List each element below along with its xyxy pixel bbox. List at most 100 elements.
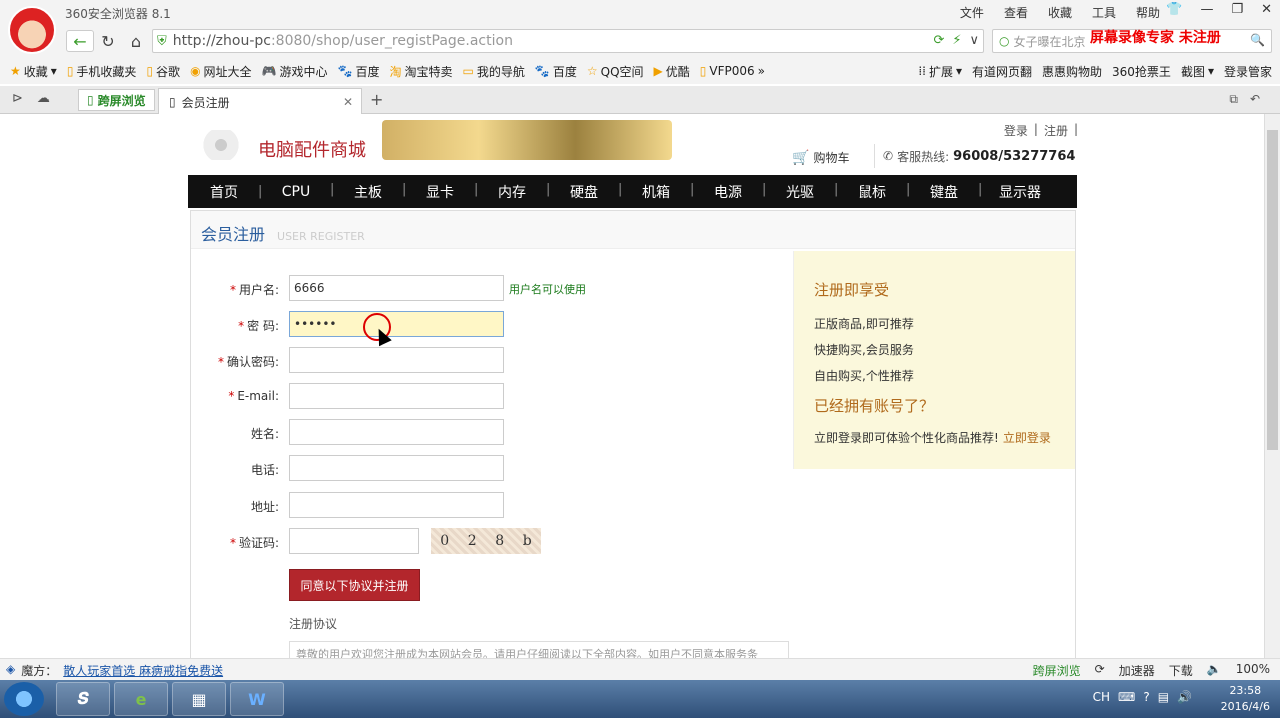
- top-links: 登录 | 注册 |: [1003, 122, 1078, 139]
- start-button[interactable]: [4, 682, 44, 716]
- tab-register[interactable]: ▯ 会员注册 ✕: [158, 88, 362, 115]
- undo-icon[interactable]: ↶: [1250, 92, 1260, 107]
- close-icon[interactable]: ✕: [1261, 2, 1272, 17]
- register-submit-button[interactable]: 同意以下协议并注册: [289, 569, 420, 601]
- refresh-icon[interactable]: ⟳: [1095, 662, 1105, 679]
- split-screen-status[interactable]: 跨屏浏览: [1033, 662, 1081, 679]
- password-input[interactable]: ••••••: [289, 311, 504, 337]
- bookmark-item[interactable]: ▯ VFP006 »: [700, 64, 765, 78]
- name-input[interactable]: [289, 419, 504, 445]
- benefits-panel: 注册即享受 正版商品,即可推荐 快捷购买,会员服务 自由购买,个性推荐 已经拥有…: [793, 251, 1075, 469]
- shirt-icon[interactable]: 👕: [1166, 2, 1182, 17]
- address-input[interactable]: [289, 492, 504, 518]
- nav-optical[interactable]: 光驱: [762, 182, 836, 202]
- site-name[interactable]: 电脑配件商城: [258, 136, 366, 162]
- phone-input[interactable]: [289, 455, 504, 481]
- home-button[interactable]: ⌂: [122, 30, 150, 52]
- taskbar-browser-icon[interactable]: e: [114, 682, 168, 716]
- network-icon[interactable]: ▤: [1158, 690, 1169, 704]
- captcha-image[interactable]: 0 2 8 b: [431, 528, 541, 554]
- tab-label: 会员注册: [181, 95, 230, 110]
- username-input[interactable]: 6666: [289, 275, 504, 301]
- bookmark-item[interactable]: 🎮 游戏中心: [262, 63, 328, 80]
- sidebar-toggle-icon[interactable]: ⊳: [12, 91, 23, 106]
- minimize-icon[interactable]: —: [1200, 2, 1213, 17]
- bookmark-item[interactable]: 🐾 百度: [338, 63, 380, 80]
- confirm-password-input[interactable]: [289, 347, 504, 373]
- refresh-circle-icon[interactable]: ⟳: [933, 33, 944, 48]
- extension-item[interactable]: 360抢票王: [1112, 63, 1171, 80]
- taskbar-app-icon[interactable]: 𝑺: [56, 682, 110, 716]
- taobao-icon: 淘: [389, 64, 402, 79]
- extension-item[interactable]: 有道网页翻: [972, 63, 1032, 80]
- extensions-button[interactable]: ⁞⁞ 扩展 ▾: [918, 63, 962, 80]
- taskbar-recorder-icon[interactable]: ▦: [172, 682, 226, 716]
- bookmark-item[interactable]: ◉ 网址大全: [190, 63, 252, 80]
- register-link[interactable]: 注册: [1044, 122, 1068, 139]
- nav-memory[interactable]: 内存: [474, 182, 548, 202]
- nav-disk[interactable]: 硬盘: [546, 182, 620, 202]
- zoom-level[interactable]: 100%: [1236, 662, 1270, 679]
- bookmark-item[interactable]: ▭ 我的导航: [463, 63, 525, 80]
- menu-favorites[interactable]: 收藏: [1048, 4, 1072, 21]
- register-title: 会员注册 USER REGISTER: [191, 211, 1075, 249]
- help-icon[interactable]: ?: [1143, 690, 1149, 704]
- user-avatar[interactable]: [8, 6, 56, 54]
- extension-item[interactable]: 截图 ▾: [1181, 63, 1214, 80]
- menu-help[interactable]: 帮助: [1136, 4, 1160, 21]
- agreement-textarea[interactable]: 尊敬的用户欢迎您注册成为本网站会员。请用户仔细阅读以下全部内容。如用户不同意本服…: [289, 641, 789, 658]
- reload-button[interactable]: ↻: [94, 30, 122, 52]
- tab-split-screen[interactable]: ▯ 跨屏浏览: [78, 89, 155, 111]
- bookmark-item[interactable]: ★ 收藏 ▾: [10, 63, 57, 80]
- back-button[interactable]: ←: [66, 30, 94, 52]
- page-icon: ▯: [169, 95, 176, 109]
- nav-monitor[interactable]: 显示器: [978, 182, 1060, 202]
- menu-tools[interactable]: 工具: [1092, 4, 1116, 21]
- nav-home[interactable]: 首页: [188, 182, 260, 202]
- bookmark-item[interactable]: ▯ 谷歌: [146, 63, 180, 80]
- extension-item[interactable]: 登录管家: [1224, 63, 1272, 80]
- nav-keyboard[interactable]: 键盘: [906, 182, 980, 202]
- nav-case[interactable]: 机箱: [618, 182, 692, 202]
- extension-item[interactable]: 惠惠购物助: [1042, 63, 1102, 80]
- new-tab-button[interactable]: +: [370, 90, 383, 109]
- bookmark-item[interactable]: 🐾 百度: [535, 63, 577, 80]
- taskbar-word-icon[interactable]: W: [230, 682, 284, 716]
- menu-file[interactable]: 文件: [960, 4, 984, 21]
- chevron-down-icon[interactable]: ∨: [969, 33, 979, 48]
- speaker-icon[interactable]: 🔈: [1207, 662, 1222, 679]
- maximize-icon[interactable]: ❐: [1231, 2, 1243, 17]
- phone-icon: ✆: [883, 149, 894, 163]
- page-scrollbar[interactable]: [1264, 114, 1280, 658]
- volume-icon[interactable]: 🔊: [1177, 690, 1192, 704]
- accelerator-button[interactable]: 加速器: [1119, 662, 1155, 679]
- lightning-icon[interactable]: ⚡: [952, 33, 961, 48]
- login-link[interactable]: 登录: [1004, 122, 1028, 139]
- bookmark-item[interactable]: ☆ QQ空间: [587, 63, 644, 80]
- scrollbar-thumb[interactable]: [1267, 130, 1278, 450]
- lang-indicator[interactable]: CH: [1093, 690, 1110, 704]
- bookmark-item[interactable]: ▯ 手机收藏夹: [67, 63, 137, 80]
- keyboard-icon[interactable]: ⌨: [1118, 690, 1135, 704]
- nav-graphics[interactable]: 显卡: [402, 182, 476, 202]
- bookmark-item[interactable]: 淘淘宝特卖: [390, 63, 453, 80]
- password-row: * 密 码: ••••••: [191, 311, 791, 337]
- download-button[interactable]: 下载: [1169, 662, 1193, 679]
- restore-tabs-icon[interactable]: ⧉: [1229, 92, 1238, 107]
- nav-cpu[interactable]: CPU: [258, 184, 332, 200]
- status-ad-link[interactable]: 散人玩家首选 麻痹戒指免费送: [63, 662, 223, 679]
- login-now-link[interactable]: 立即登录: [1003, 431, 1051, 445]
- nav-power[interactable]: 电源: [690, 182, 764, 202]
- cloud-icon[interactable]: ☁: [37, 91, 50, 106]
- url-input[interactable]: ⛨ http://zhou-pc:8080/shop/user_registPa…: [152, 29, 984, 53]
- nav-motherboard[interactable]: 主板: [330, 182, 404, 202]
- menu-view[interactable]: 查看: [1004, 4, 1028, 21]
- cart-link[interactable]: 🛒 购物车: [792, 149, 849, 166]
- email-input[interactable]: [289, 383, 504, 409]
- clock[interactable]: 23:58 2016/4/6: [1221, 683, 1270, 715]
- captcha-input[interactable]: [289, 528, 419, 554]
- bookmark-item[interactable]: ▶ 优酷: [654, 63, 690, 80]
- tab-close-icon[interactable]: ✕: [343, 95, 353, 109]
- nav-mouse[interactable]: 鼠标: [834, 182, 908, 202]
- search-icon[interactable]: 🔍: [1250, 33, 1265, 47]
